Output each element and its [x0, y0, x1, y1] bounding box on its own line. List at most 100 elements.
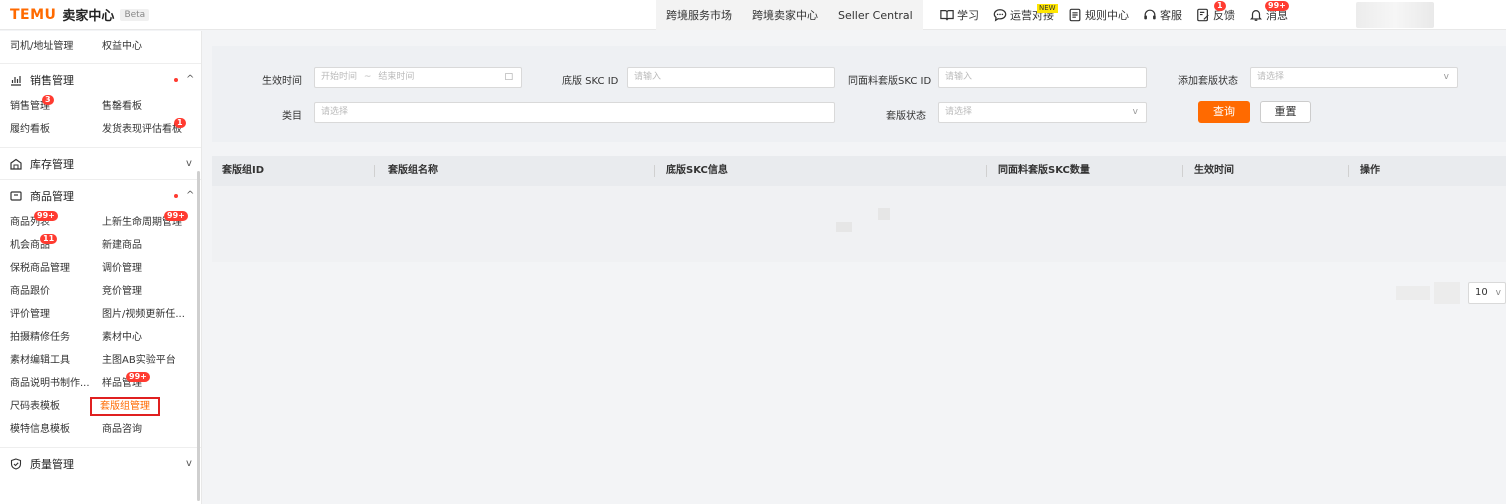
warehouse-icon [10, 158, 22, 170]
learn-label: 学习 [957, 9, 979, 22]
shield-check-icon [10, 457, 22, 470]
sidebar-item-photo-tasks[interactable]: 拍摄精修任务 [10, 326, 102, 349]
same-skc-input[interactable]: 请输入 [938, 67, 1147, 88]
start-time-placeholder: 开始时间 [321, 72, 358, 82]
section-quality-title: 质量管理 [30, 457, 74, 471]
sidebar-item-ab-test[interactable]: 主图AB实验平台 [102, 349, 201, 372]
effective-time-label: 生效时间 [262, 76, 302, 87]
sidebar-item-bidding[interactable]: 竞价管理 [102, 280, 201, 303]
feedback-icon [1197, 8, 1209, 22]
ops-link[interactable]: 运营对接 NEW [993, 4, 1058, 23]
add-status-select[interactable]: 请选择 v [1250, 67, 1458, 88]
section-sales[interactable]: 销售管理 ^ [0, 63, 201, 95]
sidebar-item-driver-address[interactable]: 司机/地址管理 [10, 35, 102, 58]
loading-placeholder [836, 222, 852, 232]
section-goods-dot [174, 193, 178, 198]
reset-button[interactable]: 重置 [1260, 101, 1311, 123]
section-sales-dot [174, 77, 178, 82]
status-select[interactable]: 请选择 v [938, 102, 1147, 123]
product-list-badge: 99+ [34, 211, 58, 221]
sidebar-item-opportunity[interactable]: 机会商品 11 [10, 234, 102, 257]
section-goods-title: 商品管理 [30, 189, 74, 203]
chevron-down-icon: v [1495, 288, 1501, 298]
sidebar-item-product-list[interactable]: 商品列表 99+ [10, 211, 102, 234]
nav-service-market[interactable]: 跨境服务市场 [666, 7, 732, 23]
section-inventory[interactable]: 库存管理 v [0, 147, 201, 179]
shipping-eval-badge: 1 [174, 118, 186, 128]
col-divider [374, 165, 375, 177]
sidebar-item-model-info[interactable]: 模特信息模板 [10, 418, 102, 441]
sidebar-item-new-product[interactable]: 新建商品 [102, 234, 201, 257]
base-skc-input[interactable]: 请输入 [627, 67, 835, 88]
category-select[interactable]: 请选择 [314, 102, 835, 123]
brand-subtitle: 卖家中心 [62, 9, 115, 24]
nav-seller-center[interactable]: 跨境卖家中心 [752, 7, 818, 23]
pagination-placeholder [1434, 282, 1460, 304]
col-group-name: 套版组名称 [388, 165, 438, 176]
book-icon [940, 10, 954, 21]
chevron-down-icon: v [1132, 107, 1138, 117]
chevron-up-icon: ^ [186, 74, 195, 85]
col-group-id: 套版组ID [222, 165, 265, 176]
loading-placeholder [878, 208, 890, 220]
sidebar-scrollbar[interactable] [197, 171, 200, 501]
rules-link[interactable]: 规则中心 [1068, 7, 1129, 23]
top-icons: 学习 运营对接 NEW 规则中心 客服 反馈 1 消息 99+ [940, 0, 1289, 30]
sidebar-item-sales[interactable]: 销售管理 3 [10, 95, 102, 118]
sidebar-item-label: 发货表现评估看板 [102, 124, 182, 135]
sidebar-item-media-update[interactable]: 图片/视频更新任... [102, 303, 201, 326]
section-quality[interactable]: 质量管理 v [0, 447, 201, 479]
bell-icon [1250, 10, 1262, 21]
learn-link[interactable]: 学习 [940, 7, 979, 23]
sales-items: 销售管理 3 售罄看板 履约看板 发货表现评估看板 1 [0, 95, 201, 141]
sidebar-item-template-group[interactable]: 套版组管理 [90, 395, 201, 418]
table-body-empty [212, 186, 1506, 262]
new-tag: NEW [1037, 4, 1058, 13]
avatar[interactable] [1356, 2, 1434, 28]
opportunity-badge: 11 [40, 234, 58, 244]
effective-time-range-input[interactable]: 开始时间 ~ 结束时间 □ [314, 67, 522, 88]
section-goods[interactable]: 商品管理 ^ [0, 179, 201, 211]
bar-chart-icon [11, 75, 21, 86]
service-link[interactable]: 客服 [1143, 7, 1182, 23]
sidebar-item-bonded[interactable]: 保税商品管理 [10, 257, 102, 280]
col-divider [1182, 165, 1183, 177]
page-size-select[interactable]: 10 v [1468, 282, 1506, 304]
sidebar-item-label: 套版组管理 [90, 397, 160, 416]
sidebar: 司机/地址管理 权益中心 销售管理 ^ 销售管理 3 售罄看板 履约看板 发货表现… [0, 31, 202, 504]
filter-panel [212, 46, 1506, 142]
sidebar-item-inquiries[interactable]: 商品咨询 [102, 418, 201, 441]
messages-link[interactable]: 消息 99+ [1249, 1, 1289, 23]
nav-seller-central[interactable]: Seller Central [838, 9, 913, 22]
sidebar-item-rights-center[interactable]: 权益中心 [102, 35, 201, 58]
chevron-down-icon: v [186, 158, 192, 169]
sidebar-item-price-follow[interactable]: 商品跟价 [10, 280, 102, 303]
chevron-down-icon: v [1443, 72, 1449, 82]
service-label: 客服 [1160, 9, 1182, 22]
col-effective-time: 生效时间 [1194, 165, 1234, 176]
feedback-badge: 1 [1214, 1, 1226, 11]
query-button[interactable]: 查询 [1198, 101, 1250, 123]
sidebar-item-manual-maker[interactable]: 商品说明书制作... [10, 372, 102, 395]
sidebar-item-fulfillment-board[interactable]: 履约看板 [10, 118, 102, 141]
sidebar-item-assets[interactable]: 素材中心 [102, 326, 201, 349]
sidebar-item-samples[interactable]: 样品管理 99+ [102, 372, 201, 395]
status-label: 套版状态 [886, 111, 926, 122]
col-same-skc-count: 同面料套版SKC数量 [998, 165, 1090, 176]
lifecycle-badge: 99+ [164, 211, 188, 221]
goods-items: 商品列表 99+ 上新生命周期管理 99+ 机会商品 11 新建商品 保税商品管理 调… [0, 211, 201, 441]
sidebar-item-shipping-eval[interactable]: 发货表现评估看板 1 [102, 118, 201, 141]
category-label: 类目 [282, 111, 302, 122]
feedback-link[interactable]: 反馈 1 [1196, 1, 1235, 23]
logo[interactable]: TEMU 卖家中心 Beta [10, 5, 150, 24]
sales-badge: 3 [42, 95, 54, 105]
status-placeholder: 请选择 [945, 107, 973, 117]
sidebar-item-asset-editor[interactable]: 素材编辑工具 [10, 349, 102, 372]
sidebar-item-price-adjust[interactable]: 调价管理 [102, 257, 201, 280]
calendar-icon: □ [504, 72, 513, 82]
sidebar-item-soldout-board[interactable]: 售罄看板 [102, 95, 201, 118]
col-divider [1348, 165, 1349, 177]
sidebar-item-reviews[interactable]: 评价管理 [10, 303, 102, 326]
sidebar-item-size-chart[interactable]: 尺码表模板 [10, 395, 102, 418]
sidebar-item-lifecycle[interactable]: 上新生命周期管理 99+ [102, 211, 201, 234]
